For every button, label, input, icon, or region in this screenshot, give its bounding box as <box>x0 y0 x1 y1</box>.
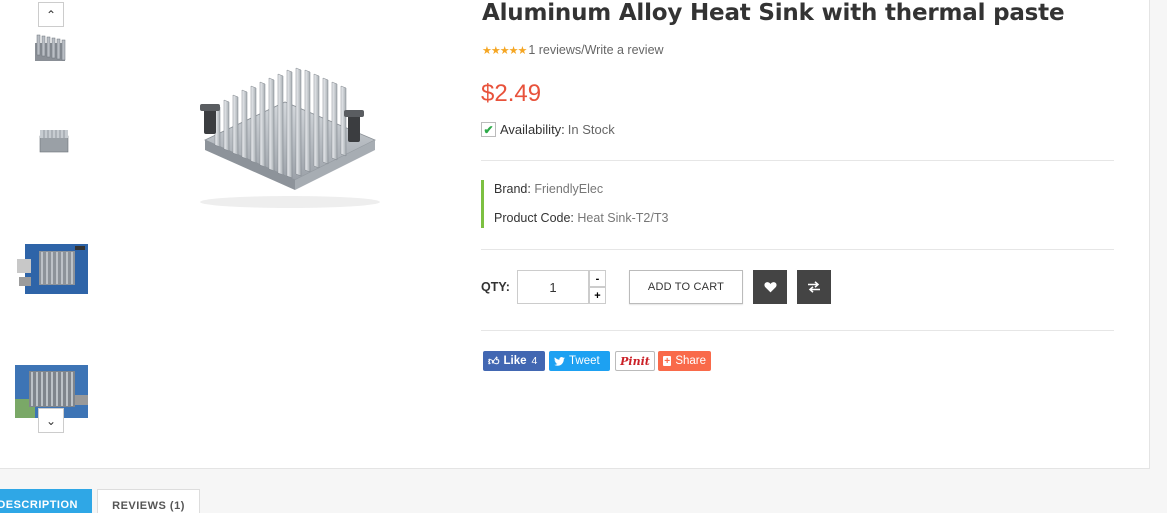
compare-button[interactable] <box>797 270 831 304</box>
reviews-link[interactable]: 1 reviews <box>528 43 581 57</box>
divider <box>481 160 1114 161</box>
tweet-label: Tweet <box>569 355 600 367</box>
divider <box>481 330 1114 331</box>
qty-decrement-button[interactable]: - <box>589 270 606 287</box>
rating-row: ★★★★★ 1 reviews / Write a review <box>482 43 664 57</box>
check-icon: ✔ <box>481 122 496 137</box>
divider <box>481 249 1114 250</box>
thumb-scroll-up-button[interactable]: ⌃ <box>38 2 64 27</box>
product-title: Aluminum Alloy Heat Sink with thermal pa… <box>482 0 1065 26</box>
compare-arrows-icon <box>808 281 820 293</box>
availability-label: Availability: <box>500 122 565 137</box>
share-label: Share <box>675 355 706 367</box>
chevron-down-icon: ⌄ <box>45 413 57 428</box>
product-code-value: Heat Sink-T2/T3 <box>577 211 669 225</box>
pinterest-button[interactable]: Pinit <box>615 351 655 371</box>
product-card: ⌃ ⌄ Aluminum Alloy Heat Sink with therma… <box>0 0 1150 469</box>
rating-stars: ★★★★★ <box>482 44 527 57</box>
brand-value: FriendlyElec <box>534 182 604 196</box>
brand-label: Brand: <box>494 182 531 196</box>
plus-square-icon: + <box>663 355 672 367</box>
tweet-button[interactable]: Tweet <box>549 351 610 371</box>
like-count: 4 <box>531 355 538 367</box>
qty-input[interactable] <box>517 270 589 304</box>
qty-label: QTY: <box>481 280 510 294</box>
chevron-up-icon: ⌃ <box>45 7 57 22</box>
write-review-link[interactable]: Write a review <box>585 43 664 57</box>
tab-reviews[interactable]: REVIEWS (1) <box>97 489 200 513</box>
facebook-like-button[interactable]: 👍︎ Like 4 <box>483 351 545 371</box>
tab-description[interactable]: DESCRIPTION <box>0 489 92 513</box>
brand-row: Brand: FriendlyElec <box>494 180 668 209</box>
share-button[interactable]: + Share <box>658 351 711 371</box>
qty-increment-button[interactable]: + <box>589 287 606 304</box>
availability: ✔ Availability: In Stock <box>481 122 615 137</box>
main-product-image[interactable] <box>170 30 410 220</box>
product-price: $2.49 <box>481 80 542 107</box>
product-specs: Brand: FriendlyElec Product Code: Heat S… <box>481 180 668 228</box>
thumbnail-2[interactable] <box>15 118 88 173</box>
heart-icon <box>763 282 777 293</box>
wishlist-button[interactable] <box>753 270 787 304</box>
add-to-cart-button[interactable]: ADD TO CART <box>629 270 743 304</box>
product-code-label: Product Code: <box>494 211 574 225</box>
pinit-label: Pinit <box>620 354 650 368</box>
twitter-bird-icon <box>554 356 565 366</box>
product-code-row: Product Code: Heat Sink-T2/T3 <box>494 209 668 238</box>
thumb-scroll-down-button[interactable]: ⌄ <box>38 408 64 433</box>
like-label: Like <box>503 355 527 367</box>
thumbs-up-icon: 👍︎ <box>488 355 500 368</box>
thumbnail-3[interactable] <box>15 241 88 296</box>
thumbnail-1[interactable] <box>15 25 88 80</box>
availability-value: In Stock <box>567 122 615 137</box>
